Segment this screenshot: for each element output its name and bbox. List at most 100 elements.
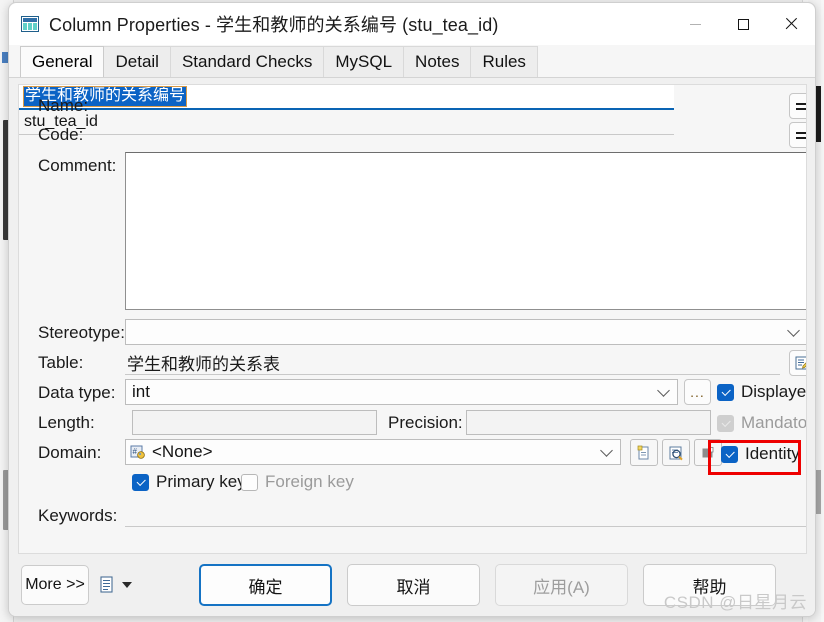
check-icon (136, 476, 145, 486)
more-button[interactable]: More >> (21, 565, 89, 605)
tab-bar: General Detail Standard Checks MySQL Not… (9, 45, 815, 78)
stereotype-combobox[interactable] (125, 319, 806, 345)
stereotype-label-wrap: Stereotype: (38, 323, 125, 343)
identity-checkbox[interactable]: Identity (721, 444, 800, 464)
general-tab-panel: Name: 学生和教师的关系编号 Code: stu_tea_id Commen… (18, 84, 807, 554)
title-bar: Column Properties - 学生和教师的关系编号 (stu_tea_… (9, 3, 815, 45)
tab-label: Detail (115, 52, 159, 71)
comment-label-wrap: Comment: (38, 156, 116, 176)
column-properties-dialog: Column Properties - 学生和教师的关系编号 (stu_tea_… (8, 2, 816, 617)
displayed-checkbox[interactable]: Displayed (717, 382, 807, 402)
identity-label: Identity (745, 444, 800, 463)
equals-icon (795, 131, 806, 140)
domain-label: Domain: (38, 443, 102, 462)
check-icon (721, 386, 730, 396)
tab-label: Rules (482, 52, 526, 71)
keywords-input[interactable] (125, 502, 806, 527)
tab-label: Notes (415, 52, 460, 71)
length-label: Length: (38, 413, 95, 432)
chevron-down-icon (657, 384, 670, 397)
tab-mysql[interactable]: MySQL (323, 46, 405, 77)
domain-combobox[interactable]: # <None> (125, 439, 621, 465)
cancel-button-label: 取消 (396, 577, 431, 597)
close-icon (784, 17, 798, 31)
table-properties-button[interactable] (789, 350, 806, 376)
code-label-wrap: Code: (38, 125, 83, 145)
tab-rules[interactable]: Rules (470, 46, 538, 77)
keywords-label-wrap: Keywords: (38, 506, 117, 526)
table-label-wrap: Table: (38, 353, 83, 373)
help-button[interactable]: 帮助 (643, 564, 776, 606)
close-button[interactable] (767, 3, 815, 45)
select-icon (702, 446, 714, 457)
dialog-footer: More >> 确定 取消 应用(A) 帮助 CSDN @日星月云 (9, 554, 815, 616)
create-icon (637, 445, 649, 459)
name-label: Name: (38, 96, 89, 115)
primary-key-label: Primary key (156, 472, 246, 491)
mandatory-label: Mandatory (741, 413, 807, 432)
tab-label: General (32, 52, 93, 71)
domain-icon: # (130, 445, 145, 459)
tab-notes[interactable]: Notes (403, 46, 472, 77)
maximize-icon (737, 18, 749, 30)
list-menu-icon (100, 576, 113, 593)
menu-split-control[interactable] (99, 576, 132, 594)
tab-detail[interactable]: Detail (103, 46, 171, 77)
data-type-browse-button[interactable]: ... (684, 379, 711, 405)
help-button-label: 帮助 (692, 577, 727, 597)
chevron-down-icon (787, 324, 800, 337)
domain-label-wrap: Domain: (38, 443, 101, 463)
comment-textarea[interactable] (125, 152, 806, 310)
primary-key-checkbox[interactable]: Primary key (132, 472, 246, 492)
table-grid-icon (21, 16, 39, 32)
caret-down-icon[interactable] (122, 582, 132, 588)
maximize-button[interactable] (719, 3, 767, 45)
domain-select-button[interactable] (694, 439, 722, 466)
tab-standard-checks[interactable]: Standard Checks (169, 46, 325, 77)
checkbox-box (717, 383, 734, 401)
svg-text:#: # (133, 447, 138, 456)
data-type-combobox[interactable]: int (125, 379, 678, 405)
domain-create-button[interactable] (630, 439, 658, 466)
tab-label: Standard Checks (181, 52, 313, 71)
displayed-label: Displayed (741, 382, 807, 401)
precision-label: Precision: (388, 413, 463, 432)
keywords-label: Keywords: (38, 506, 118, 525)
name-equals-button[interactable] (789, 93, 806, 119)
stereotype-label: Stereotype: (38, 323, 125, 342)
foreign-key-label: Foreign key (265, 472, 354, 491)
properties-icon (795, 356, 806, 370)
ok-button-label: 确定 (248, 577, 283, 597)
name-label-wrap: Name: (38, 96, 146, 116)
comment-label: Comment: (38, 156, 117, 175)
precision-input[interactable] (466, 410, 711, 435)
domain-properties-button[interactable] (662, 439, 690, 466)
data-type-label: Data type: (38, 383, 116, 402)
more-button-label: More >> (25, 576, 85, 593)
foreign-key-checkbox[interactable]: Foreign key (241, 472, 354, 492)
ok-button[interactable]: 确定 (199, 564, 332, 606)
window-controls (671, 3, 815, 45)
length-input[interactable] (132, 410, 377, 435)
domain-value: <None> (152, 442, 213, 461)
tab-general[interactable]: General (20, 46, 105, 77)
check-icon (725, 448, 734, 458)
window-title: Column Properties - 学生和教师的关系编号 (stu_tea_… (49, 15, 499, 35)
ellipsis-icon: ... (690, 384, 705, 400)
table-value: 学生和教师的关系表 (127, 354, 280, 374)
minimize-button[interactable] (671, 3, 719, 45)
code-equals-button[interactable] (789, 122, 806, 148)
data-type-value: int (132, 382, 150, 401)
apply-button-label: 应用(A) (533, 577, 590, 597)
equals-icon (795, 102, 806, 111)
length-label-wrap: Length: (38, 413, 95, 433)
table-value-field: 学生和教师的关系表 (125, 350, 780, 375)
mandatory-checkbox[interactable]: Mandatory (717, 413, 807, 433)
code-label: Code: (38, 125, 84, 144)
checkbox-box (717, 414, 734, 432)
minimize-icon (689, 23, 701, 25)
precision-label-wrap: Precision: (388, 413, 463, 433)
cancel-button[interactable]: 取消 (347, 564, 480, 606)
apply-button[interactable]: 应用(A) (495, 564, 628, 606)
checkbox-box (132, 473, 149, 491)
